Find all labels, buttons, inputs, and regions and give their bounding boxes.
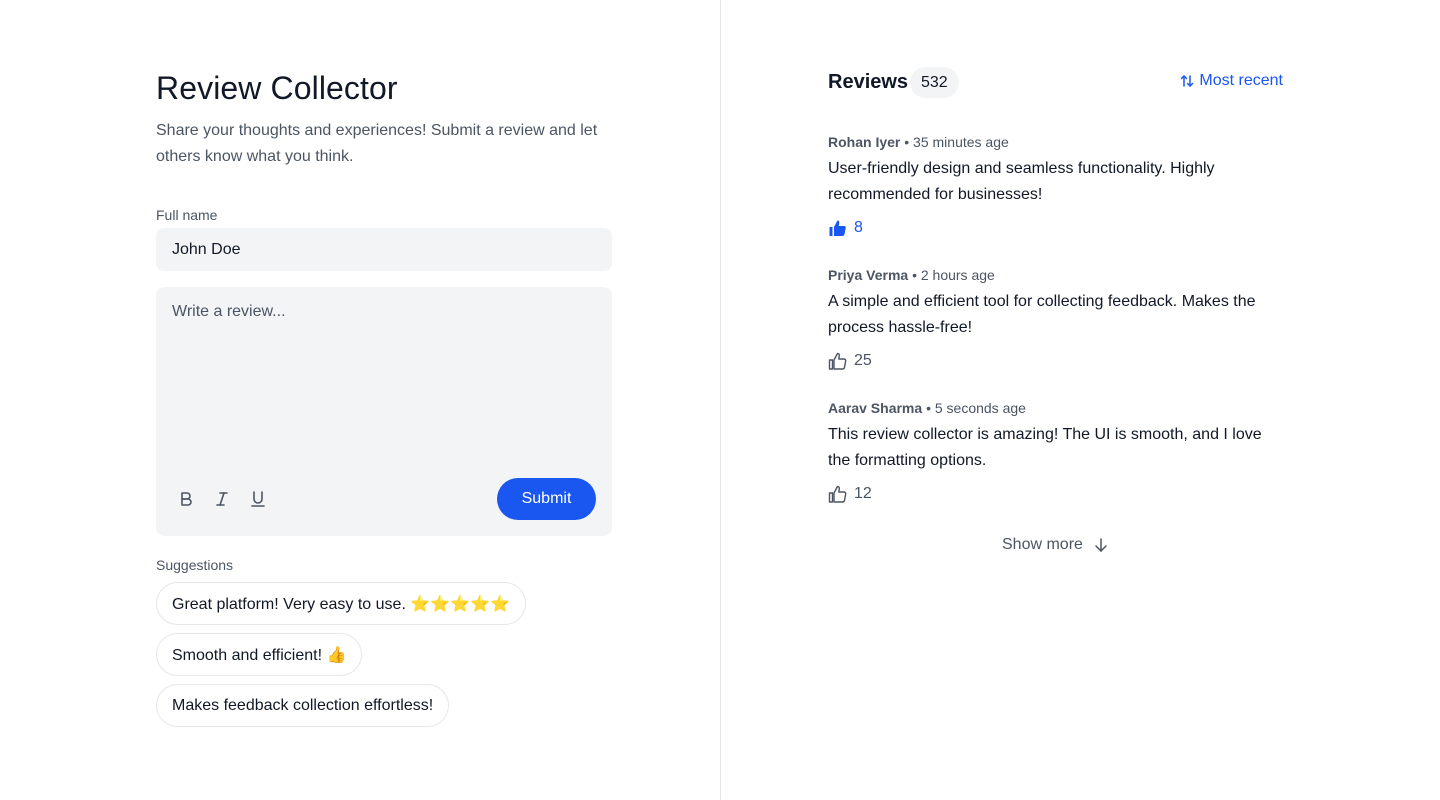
review-text: A simple and efficient tool for collecti…	[828, 293, 1256, 336]
like-count: 8	[854, 219, 863, 236]
meta-separator: •	[912, 267, 921, 283]
show-more-label: Show more	[1002, 536, 1083, 553]
italic-icon	[216, 492, 228, 506]
bold-icon	[181, 492, 192, 506]
review-item: Priya Verma • 2 hours age A simple and e…	[828, 267, 1283, 371]
review-textarea[interactable]	[156, 299, 612, 469]
review-item: Rohan Iyer • 35 minutes age User-friendl…	[828, 134, 1283, 238]
suggestion-chip[interactable]: Great platform! Very easy to use. ⭐⭐⭐⭐⭐	[156, 582, 526, 625]
like-count: 25	[854, 352, 872, 369]
panel-divider	[720, 0, 721, 800]
underline-button[interactable]	[244, 485, 272, 513]
sort-label: Most recent	[1199, 72, 1283, 89]
review-item: Aarav Sharma • 5 seconds age This review…	[828, 400, 1283, 504]
bold-button[interactable]	[172, 485, 200, 513]
full-name-input[interactable]	[156, 228, 612, 271]
sort-arrows-icon	[1181, 75, 1194, 87]
review-author: Rohan Iyer	[828, 134, 901, 150]
page-subtitle: Share your thoughts and experiences! Sub…	[156, 122, 598, 165]
like-button[interactable]: 12	[828, 484, 1283, 504]
thumbs-up-icon	[828, 352, 847, 370]
meta-separator: •	[904, 134, 914, 150]
suggestion-chip[interactable]: Makes feedback collection effortless!	[156, 684, 450, 727]
review-time: 5 seconds age	[934, 400, 1026, 416]
like-button[interactable]: 8	[828, 218, 1283, 238]
reviews-heading: Reviews	[828, 71, 909, 93]
review-editor: Submit	[156, 287, 612, 536]
suggestion-chip[interactable]: Smooth and efficient! 👍	[156, 633, 363, 676]
thumbs-up-filled-icon	[829, 220, 846, 236]
arrow-down-icon	[1095, 538, 1107, 552]
underline-icon	[251, 491, 265, 507]
review-author: Aarav Sharma	[828, 400, 923, 416]
italic-button[interactable]	[208, 485, 236, 513]
like-button[interactable]: 25	[828, 351, 1283, 371]
reviews-count-badge: 532	[910, 67, 959, 98]
review-meta: Priya Verma • 2 hours age	[828, 267, 1283, 283]
review-author: Priya Verma	[828, 267, 909, 283]
meta-separator: •	[926, 400, 935, 416]
review-text: This review collector is amazing! The UI…	[828, 426, 1262, 469]
review-text: User-friendly design and seamless functi…	[828, 160, 1215, 203]
review-time: 2 hours age	[920, 267, 995, 283]
suggestions-label: Suggestions	[156, 557, 234, 573]
thumbs-up-icon	[828, 485, 847, 503]
submit-button[interactable]: Submit	[497, 478, 596, 520]
review-meta: Rohan Iyer • 35 minutes age	[828, 134, 1283, 150]
review-meta: Aarav Sharma • 5 seconds age	[828, 400, 1283, 416]
review-time: 35 minutes age	[913, 134, 1009, 150]
like-count: 12	[854, 485, 872, 502]
sort-button[interactable]: Most recent	[1179, 72, 1283, 90]
show-more-button[interactable]: Show more	[1002, 536, 1109, 554]
full-name-label: Full name	[156, 207, 218, 223]
page-title: Review Collector	[156, 70, 398, 106]
